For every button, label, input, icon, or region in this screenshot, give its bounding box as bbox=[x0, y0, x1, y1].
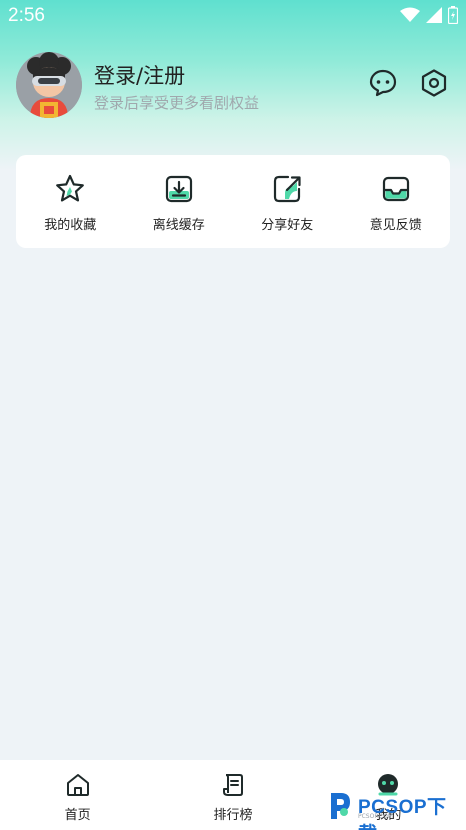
tab-home[interactable]: 首页 bbox=[0, 760, 155, 830]
ranking-icon bbox=[222, 774, 243, 796]
watermark-p-icon bbox=[323, 789, 355, 821]
battery-icon bbox=[448, 6, 458, 24]
share-icon bbox=[274, 175, 301, 203]
share-friends-label: 分享好友 bbox=[261, 218, 314, 233]
settings-button[interactable] bbox=[419, 68, 449, 98]
watermark-text: PCSOP下载 bbox=[358, 797, 447, 830]
watermark-logo: PCSOP下载 PCSOP.COM bbox=[322, 786, 466, 830]
chat-icon bbox=[369, 69, 397, 97]
message-button[interactable] bbox=[368, 68, 398, 98]
tab-home-label: 首页 bbox=[64, 808, 91, 823]
avatar-illustration bbox=[16, 52, 82, 118]
login-register-link[interactable]: 登录/注册 bbox=[94, 60, 185, 90]
status-bar: 2:56 bbox=[0, 0, 466, 32]
offline-cache-label: 离线缓存 bbox=[152, 218, 205, 233]
login-benefit-hint: 登录后享受更多看剧权益 bbox=[94, 94, 260, 112]
offline-cache-button[interactable]: 离线缓存 bbox=[125, 155, 234, 248]
tab-ranking[interactable]: 排行榜 bbox=[155, 760, 310, 830]
tab-ranking-label: 排行榜 bbox=[213, 808, 253, 823]
star-icon bbox=[56, 174, 85, 202]
status-time: 2:56 bbox=[8, 5, 45, 26]
download-icon bbox=[165, 175, 192, 203]
favorites-button[interactable]: 我的收藏 bbox=[16, 155, 125, 248]
wifi-icon bbox=[400, 7, 420, 22]
share-friends-button[interactable]: 分享好友 bbox=[233, 155, 342, 248]
feedback-button[interactable]: 意见反馈 bbox=[342, 155, 451, 248]
inbox-icon bbox=[382, 176, 409, 202]
avatar[interactable] bbox=[16, 52, 82, 118]
watermark-subtext: PCSOP.COM bbox=[358, 813, 394, 820]
home-icon bbox=[66, 774, 89, 796]
settings-icon bbox=[421, 69, 447, 97]
favorites-label: 我的收藏 bbox=[44, 218, 97, 233]
status-icons bbox=[400, 6, 458, 24]
quick-actions-card: 我的收藏 离线缓存 分享好友 意见反馈 bbox=[16, 155, 450, 248]
feedback-label: 意见反馈 bbox=[369, 218, 422, 233]
signal-icon bbox=[426, 7, 442, 23]
